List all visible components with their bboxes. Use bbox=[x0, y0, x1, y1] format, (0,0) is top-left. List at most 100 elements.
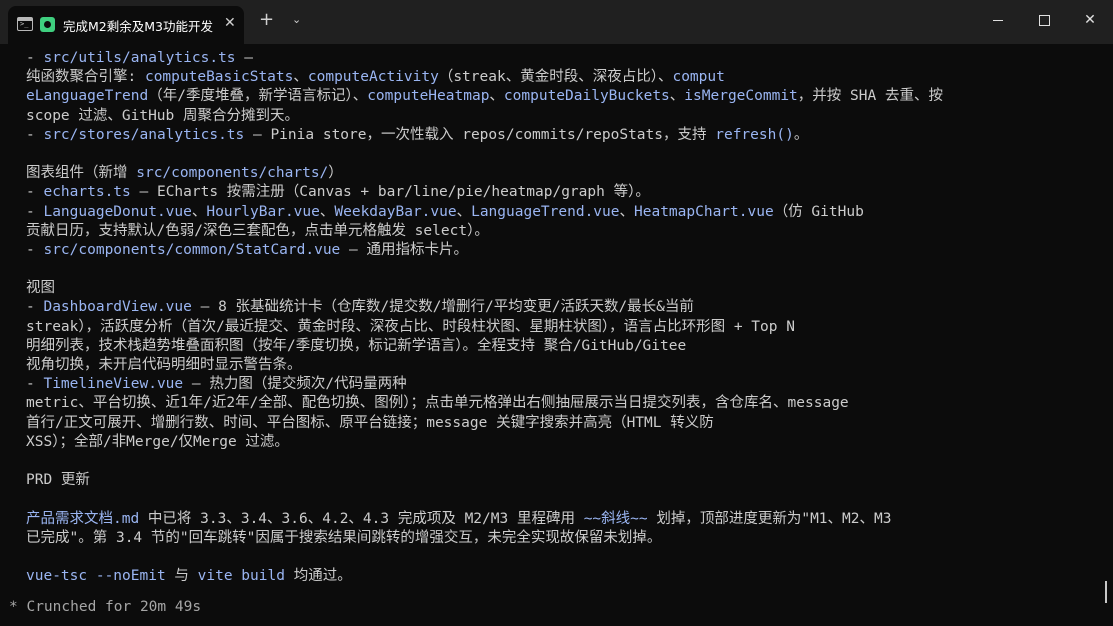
line-text: metric、平台切换、近1年/近2年/全部、配色切换、图例）；点击单元格弹出右… bbox=[26, 395, 849, 412]
line-text: （年/季度堆叠，新学语言标记）、 bbox=[148, 88, 368, 105]
terminal-line: streak），活跃度分析（首次/最近提交、黄金时段、深夜占比、时段柱状图、星期… bbox=[26, 318, 1096, 337]
highlighted-text: computeHeatmap bbox=[367, 88, 490, 105]
highlighted-text: TimelineView.vue bbox=[43, 376, 184, 393]
terminal-line: 视角切换，未开启代码明细时显示警告条。 bbox=[26, 356, 1096, 375]
terminal-line: - TimelineView.vue – 热力图（提交频次/代码量两种 bbox=[26, 375, 1096, 394]
terminal-line: 明细列表，技术栈趋势堆叠面积图（按年/季度切换，标记新学语言）。全程支持 聚合/… bbox=[26, 337, 1096, 356]
highlighted-text: comput bbox=[672, 69, 725, 86]
minimize-icon bbox=[993, 19, 1003, 21]
tab-close-icon[interactable]: ✕ bbox=[224, 15, 236, 31]
line-text: 视图 bbox=[26, 280, 55, 297]
line-text: （streak、黄金时段、深夜占比）、 bbox=[438, 69, 673, 86]
highlighted-text: computeBasicStats bbox=[144, 69, 294, 86]
line-text: - bbox=[26, 241, 44, 258]
line-text: XSS）；全部/非Merge/仅Merge 过滤。 bbox=[26, 433, 289, 450]
maximize-icon bbox=[1038, 14, 1050, 26]
tab-title: 完成M2剩余及M3功能开发 bbox=[63, 19, 213, 34]
terminal-line: 图表组件（新增 src/components/charts/） bbox=[26, 164, 1096, 183]
highlighted-text: LanguageDonut.vue bbox=[43, 203, 192, 220]
line-text: 、 bbox=[293, 69, 308, 86]
line-text: 。 bbox=[793, 126, 809, 143]
line-text: - bbox=[26, 50, 44, 66]
terminal-line: XSS）；全部/非Merge/仅Merge 过滤。 bbox=[26, 433, 1096, 452]
terminal-line: - src/components/common/StatCard.vue – 通… bbox=[26, 241, 1096, 260]
line-text: – 通用指标卡片。 bbox=[340, 241, 468, 258]
maximize-button[interactable] bbox=[1021, 0, 1067, 40]
highlighted-text: vite build bbox=[197, 568, 285, 585]
terminal-line: - src/utils/analytics.ts – bbox=[26, 49, 1096, 68]
terminal-line: 贡献日历，支持默认/色弱/深色三套配色，点击单元格触发 select）。 bbox=[26, 222, 1096, 241]
close-icon: ✕ bbox=[1084, 12, 1096, 28]
line-text: - bbox=[26, 126, 44, 143]
highlighted-text: HeatmapChart.vue bbox=[634, 203, 774, 220]
highlighted-text: src/stores/analytics.ts bbox=[43, 126, 245, 143]
line-text: 中已将 3.3、3.4、3.6、4.2、4.3 完成项及 M2/M3 里程碑用 bbox=[139, 510, 584, 527]
terminal-line: 首行/正文可展开、增删行数、时间、平台图标、原平台链接；message 关键字搜… bbox=[26, 414, 1096, 433]
scrollbar[interactable] bbox=[1105, 581, 1107, 603]
highlighted-text: computeDailyBuckets bbox=[503, 88, 670, 105]
line-text: - bbox=[26, 299, 44, 316]
new-tab-button[interactable]: + bbox=[259, 9, 274, 30]
line-text: streak），活跃度分析（首次/最近提交、黄金时段、深夜占比、时段柱状图、星期… bbox=[26, 318, 795, 335]
terminal-tab[interactable]: 完成M2剩余及M3功能开发 ✕ bbox=[8, 6, 244, 44]
line-text: - bbox=[26, 184, 44, 201]
highlighted-text: echarts.ts bbox=[43, 184, 131, 201]
line-text: – bbox=[235, 50, 253, 66]
line-text: ） bbox=[328, 165, 343, 182]
highlighted-text: refresh() bbox=[715, 126, 794, 143]
line-text: - bbox=[26, 376, 44, 393]
line-text: - bbox=[26, 203, 44, 220]
terminal-line: - echarts.ts – ECharts 按需注册（Canvas + bar… bbox=[26, 183, 1096, 202]
line-text: 、 bbox=[619, 203, 635, 220]
line-text: – 8 张基础统计卡（仓库数/提交数/增删行/平均变更/活跃天数/最长&当前 bbox=[191, 299, 694, 316]
line-text: 划掉，顶部进度更新为"M1、M2、M3 bbox=[647, 510, 892, 527]
terminal-line: - LanguageDonut.vue、HourlyBar.vue、Weekda… bbox=[26, 203, 1096, 222]
highlighted-text: HourlyBar.vue bbox=[206, 203, 320, 220]
status-line: * Crunched for 20m 49s bbox=[9, 599, 202, 615]
line-text: scope 过滤、GitHub 周聚合分摊到天。 bbox=[26, 107, 299, 124]
line-text: 、 bbox=[456, 203, 472, 220]
highlighted-text: computeActivity bbox=[307, 69, 439, 86]
line-text: 已完成"。第 3.4 节的"回车跳转"因属于搜索结果间跳转的增强交互，未完全实现… bbox=[26, 529, 662, 546]
terminal-line: scope 过滤、GitHub 周聚合分摊到天。 bbox=[26, 107, 1096, 126]
highlighted-text: WeekdayBar.vue bbox=[334, 203, 457, 220]
highlighted-text: DashboardView.vue bbox=[43, 299, 192, 316]
highlighted-text: src/utils/analytics.ts bbox=[43, 50, 236, 66]
minimize-button[interactable] bbox=[975, 0, 1021, 40]
line-text: 与 bbox=[165, 568, 198, 585]
line-text: 明细列表，技术栈趋势堆叠面积图（按年/季度切换，标记新学语言）。全程支持 聚合/… bbox=[26, 337, 687, 354]
highlighted-text: src/components/common/StatCard.vue bbox=[43, 241, 341, 258]
line-text: （仿 GitHub bbox=[773, 203, 864, 220]
terminal-line: eLanguageTrend（年/季度堆叠，新学语言标记）、computeHea… bbox=[26, 87, 1096, 106]
line-text: – Pinia store，一次性载入 repos/commits/repoSt… bbox=[244, 126, 716, 143]
line-text: 、 bbox=[669, 88, 685, 105]
terminal-line: 产品需求文档.md 中已将 3.3、3.4、3.6、4.2、4.3 完成项及 M… bbox=[26, 510, 1096, 529]
line-text: – ECharts 按需注册（Canvas + bar/line/pie/hea… bbox=[130, 184, 650, 201]
line-text: – 热力图（提交频次/代码量两种 bbox=[183, 376, 407, 393]
line-text: 贡献日历，支持默认/色弱/深色三套配色，点击单元格触发 select）。 bbox=[26, 222, 489, 239]
close-window-button[interactable]: ✕ bbox=[1067, 0, 1113, 40]
terminal-line: vue-tsc --noEmit 与 vite build 均通过。 bbox=[26, 567, 1096, 586]
terminal-line: PRD 更新 bbox=[26, 471, 1096, 490]
terminal-line: - src/stores/analytics.ts – Pinia store，… bbox=[26, 126, 1096, 145]
line-text: PRD 更新 bbox=[26, 472, 90, 489]
highlighted-text: isMergeCommit bbox=[684, 88, 798, 105]
line-text: 视角切换，未开启代码明细时显示警告条。 bbox=[26, 357, 302, 373]
terminal-line: 视图 bbox=[26, 279, 1096, 298]
line-text: 均通过。 bbox=[284, 568, 352, 585]
line-text: 、 bbox=[191, 203, 207, 220]
line-text: 、 bbox=[319, 203, 335, 220]
line-text: ，并按 SHA 去重、按 bbox=[797, 88, 943, 105]
terminal-output[interactable]: - src/utils/analytics.ts – 纯函数聚合引擎: compu… bbox=[26, 49, 1096, 586]
line-text: 、 bbox=[489, 88, 504, 105]
highlighted-text: ~~斜线~~ bbox=[583, 510, 648, 527]
chevron-down-icon[interactable]: ⌄ bbox=[292, 13, 301, 26]
highlighted-text: 产品需求文档.md bbox=[26, 510, 140, 527]
title-bar: 完成M2剩余及M3功能开发 ✕ + ⌄ ✕ bbox=[0, 0, 1113, 44]
terminal-line: 已完成"。第 3.4 节的"回车跳转"因属于搜索结果间跳转的增强交互，未完全实现… bbox=[26, 529, 1096, 548]
highlighted-text: eLanguageTrend bbox=[26, 88, 149, 105]
